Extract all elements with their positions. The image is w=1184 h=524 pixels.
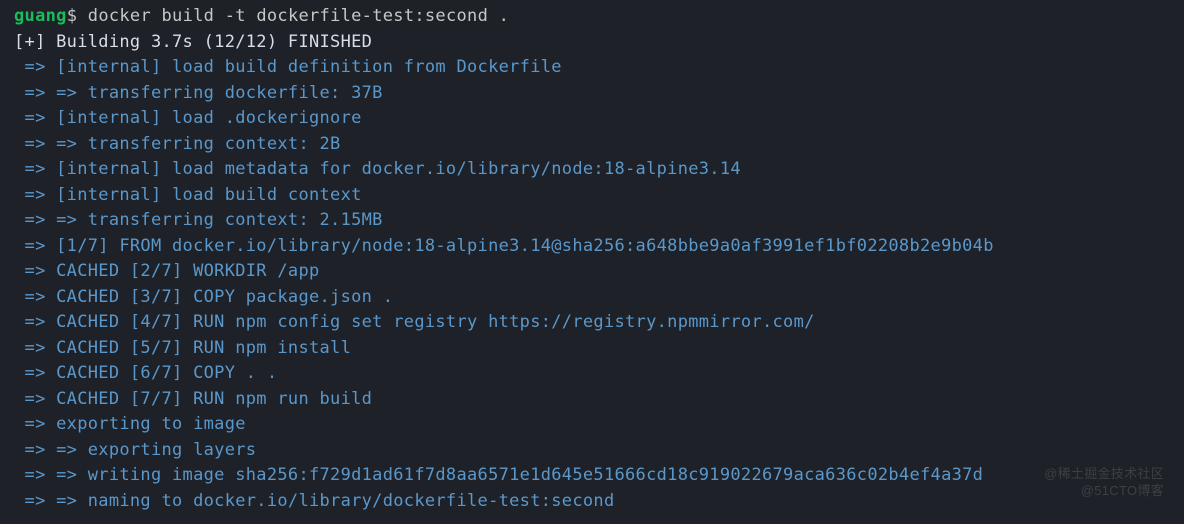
build-output-line: => [internal] load build definition from… (14, 55, 1170, 81)
build-header: [+] Building 3.7s (12/12) FINISHED (14, 30, 1170, 56)
build-output-line: => CACHED [5/7] RUN npm install (14, 336, 1170, 362)
build-output-line: => exporting to image (14, 412, 1170, 438)
prompt-line[interactable]: guang$ docker build -t dockerfile-test:s… (14, 4, 1170, 30)
prompt-user: guang (14, 6, 67, 26)
build-output-line: => => naming to docker.io/library/docker… (14, 489, 1170, 515)
build-output-line: => => transferring context: 2.15MB (14, 208, 1170, 234)
build-output-line: => CACHED [2/7] WORKDIR /app (14, 259, 1170, 285)
build-output-line: => CACHED [7/7] RUN npm run build (14, 387, 1170, 413)
build-output-line: => [internal] load .dockerignore (14, 106, 1170, 132)
build-output-line: => [internal] load metadata for docker.i… (14, 157, 1170, 183)
watermark-line: @51CTO博客 (1044, 483, 1164, 500)
build-output-line: => => transferring dockerfile: 37B (14, 81, 1170, 107)
prompt-symbol: $ (67, 6, 78, 26)
build-output-line: => => writing image sha256:f729d1ad61f7d… (14, 463, 1170, 489)
build-output-line: => CACHED [4/7] RUN npm config set regis… (14, 310, 1170, 336)
build-output-line: => => transferring context: 2B (14, 132, 1170, 158)
build-output-line: => CACHED [3/7] COPY package.json . (14, 285, 1170, 311)
build-output-line: => => exporting layers (14, 438, 1170, 464)
command-text: docker build -t dockerfile-test:second . (88, 6, 509, 26)
watermark: @稀土掘金技术社区 @51CTO博客 (1044, 466, 1164, 500)
watermark-line: @稀土掘金技术社区 (1044, 466, 1164, 483)
build-output-line: => [internal] load build context (14, 183, 1170, 209)
build-output-line: => [1/7] FROM docker.io/library/node:18-… (14, 234, 1170, 260)
build-output-line: => CACHED [6/7] COPY . . (14, 361, 1170, 387)
